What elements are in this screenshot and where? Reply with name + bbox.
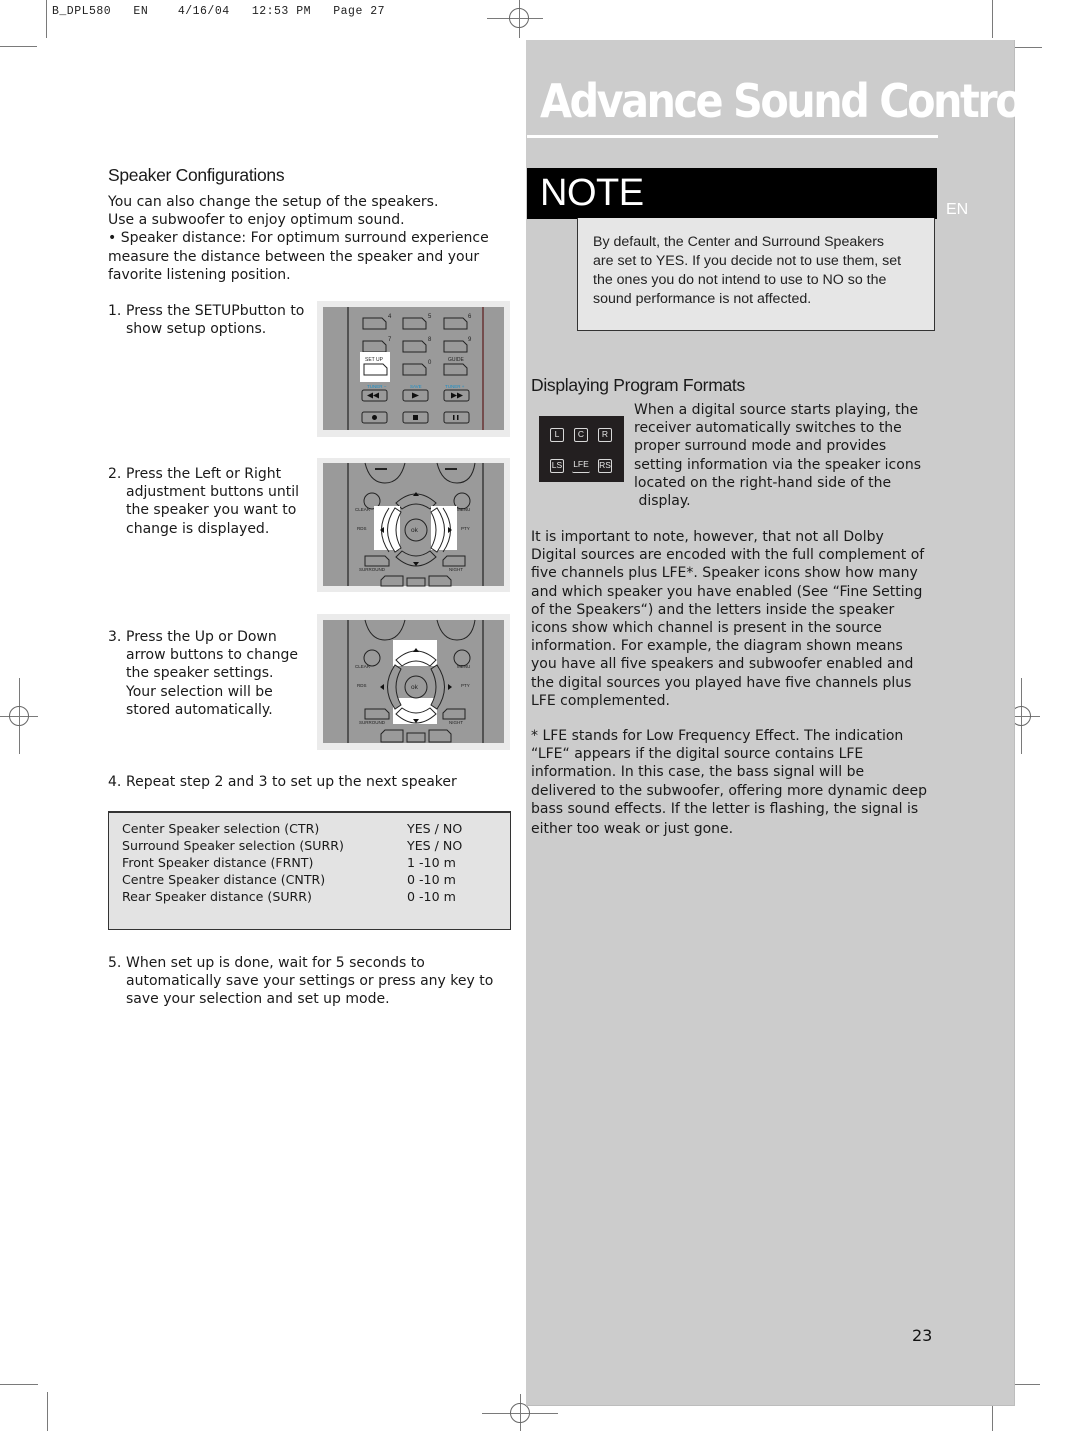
tuner-plus-label: TUNER +	[445, 384, 465, 389]
speaker-config-intro: You can also change the setup of the spe…	[108, 194, 489, 283]
clear-label: CLEAR	[355, 507, 371, 512]
ok-label: ok	[411, 684, 419, 691]
speaker-icon-r: R	[598, 428, 612, 442]
print-slug: B_DPL580 EN 4/16/04 12:53 PM Page 27	[52, 5, 386, 18]
remote-up-down-illustration: CLEAR MENU RDS PTY ok SURROUND NIGHT	[317, 614, 510, 750]
step-1: 1. Press the SETUPbutton to show setup o…	[108, 303, 305, 338]
clear-label: CLEAR	[355, 664, 371, 669]
speaker-icon-c: C	[574, 428, 588, 442]
language-tab: EN	[946, 201, 969, 218]
key-guide-label: GUIDE	[448, 357, 465, 363]
step-3: 3. Press the Up or Down arrow buttons to…	[108, 629, 298, 718]
step-2: 2. Press the Left or Right adjustment bu…	[108, 466, 300, 537]
rds-label: RDS	[357, 683, 367, 688]
note-text: By default, the Center and Surround Spea…	[593, 234, 902, 307]
speaker-display-icon: L C R LS LFE RS	[539, 416, 624, 482]
menu-label: MENU	[457, 664, 470, 669]
speaker-icon-rs: RS	[598, 459, 612, 473]
program-formats-paragraph-2: It is important to note, however, that n…	[531, 529, 925, 709]
step-5: 5. When set up is done, wait for 5 secon…	[108, 955, 494, 1008]
menu-label: MENU	[457, 507, 470, 512]
remote-setup-button-illustration: 4 5 6 7 8 9 SET UP 0 GUIDE TUNER − SAVE …	[317, 301, 510, 437]
remote-left-right-illustration: CLEAR MENU RDS PTY ok SURROUND NIGHT	[317, 458, 510, 592]
speaker-icon-ls: LS	[550, 459, 564, 473]
section-title-program-formats: Displaying Program Formats	[531, 375, 745, 395]
save-label: SAVE	[410, 384, 422, 389]
pty-label: PTY	[461, 683, 470, 688]
ok-label: ok	[411, 527, 419, 534]
surround-label: SURROUND	[359, 567, 386, 572]
surround-label: SURROUND	[359, 720, 386, 725]
rds-label: RDS	[357, 526, 367, 531]
pty-label: PTY	[461, 526, 470, 531]
lfe-footnote: * LFE stands for Low Frequency Effect. T…	[531, 728, 928, 838]
program-formats-paragraph-1: When a digital source starts playing, th…	[634, 402, 921, 510]
section-title-speaker-configurations: Speaker Configurations	[108, 165, 285, 185]
step-4: 4. Repeat step 2 and 3 to set up the nex…	[108, 774, 457, 790]
page-number: 23	[912, 1326, 933, 1345]
speaker-icon-lfe: LFE	[572, 459, 590, 473]
speaker-icon-l: L	[550, 428, 564, 442]
night-label: NIGHT	[449, 567, 463, 572]
tuner-minus-label: TUNER −	[367, 384, 387, 389]
title-underline	[527, 135, 938, 138]
page-title: Advance Sound Control	[540, 74, 1035, 128]
note-label: NOTE	[540, 172, 644, 214]
night-label: NIGHT	[449, 720, 463, 725]
key-setup-label: SET UP	[365, 357, 384, 363]
